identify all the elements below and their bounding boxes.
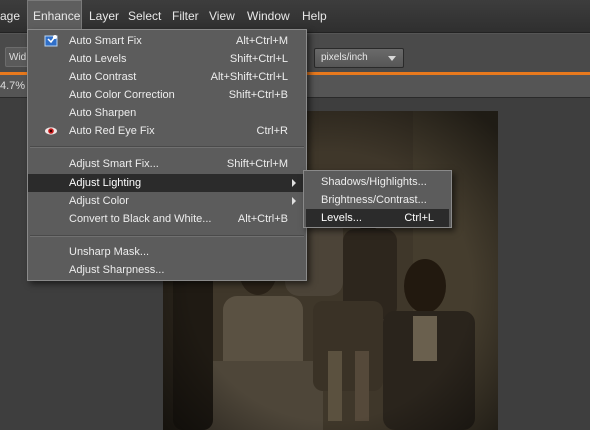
menu-item-label: Auto Contrast bbox=[69, 71, 137, 83]
menu-separator bbox=[30, 146, 304, 148]
menu-item-adjust-sharpness[interactable]: Adjust Sharpness... bbox=[28, 261, 306, 279]
menu-item-label: Levels... bbox=[321, 212, 362, 224]
menu-item-label: Convert to Black and White... bbox=[69, 213, 212, 225]
menu-separator bbox=[30, 235, 304, 237]
menu-layer[interactable]: Layer bbox=[84, 0, 124, 32]
menu-item-shortcut: Shift+Ctrl+M bbox=[226, 158, 288, 170]
menu-item-label: Shadows/Highlights... bbox=[321, 176, 427, 188]
menu-filter[interactable]: Filter bbox=[167, 0, 204, 32]
menu-window[interactable]: Window bbox=[242, 0, 295, 32]
menu-select[interactable]: Select bbox=[123, 0, 166, 32]
menu-item-label: Adjust Sharpness... bbox=[69, 264, 165, 276]
auto-smart-fix-icon bbox=[44, 35, 58, 47]
zoom-level: 4.7% bbox=[0, 80, 26, 92]
submenu-item-shadows-highlights[interactable]: Shadows/Highlights... bbox=[306, 173, 449, 191]
menu-item-shortcut: Alt+Ctrl+B bbox=[237, 213, 288, 225]
menu-item-auto-red-eye-fix[interactable]: Auto Red Eye Fix Ctrl+R bbox=[28, 122, 306, 140]
menu-item-label: Auto Smart Fix bbox=[69, 35, 142, 47]
submenu-item-brightness-contrast[interactable]: Brightness/Contrast... bbox=[306, 191, 449, 209]
menu-item-label: Adjust Color bbox=[69, 195, 129, 207]
menu-item-shortcut: Shift+Ctrl+L bbox=[229, 53, 288, 65]
menu-item-adjust-lighting[interactable]: Adjust Lighting bbox=[28, 174, 306, 192]
menu-item-adjust-smart-fix[interactable]: Adjust Smart Fix... Shift+Ctrl+M bbox=[28, 155, 306, 173]
menu-item-label: Auto Levels bbox=[69, 53, 127, 65]
menu-help[interactable]: Help bbox=[297, 0, 332, 32]
submenu-arrow-icon bbox=[292, 197, 296, 205]
menu-item-shortcut: Alt+Ctrl+M bbox=[236, 35, 288, 47]
menu-item-auto-contrast[interactable]: Auto Contrast Alt+Shift+Ctrl+L bbox=[28, 68, 306, 86]
chevron-down-icon bbox=[388, 56, 396, 61]
menu-item-label: Brightness/Contrast... bbox=[321, 194, 427, 206]
menu-image[interactable]: age bbox=[0, 0, 25, 32]
menu-item-shortcut: Alt+Shift+Ctrl+L bbox=[210, 71, 288, 83]
menu-item-convert-black-white[interactable]: Convert to Black and White... Alt+Ctrl+B bbox=[28, 210, 306, 228]
menu-item-shortcut: Ctrl+R bbox=[256, 125, 288, 137]
adjust-lighting-submenu: Shadows/Highlights... Brightness/Contras… bbox=[303, 170, 452, 228]
menu-item-shortcut: Shift+Ctrl+B bbox=[228, 89, 288, 101]
menu-item-adjust-color[interactable]: Adjust Color bbox=[28, 192, 306, 210]
menu-item-unsharp-mask[interactable]: Unsharp Mask... bbox=[28, 243, 306, 261]
menu-item-label: Unsharp Mask... bbox=[69, 246, 150, 258]
submenu-arrow-icon bbox=[292, 179, 296, 187]
menu-item-auto-levels[interactable]: Auto Levels Shift+Ctrl+L bbox=[28, 50, 306, 68]
enhance-menu: Auto Smart Fix Alt+Ctrl+M Auto Levels Sh… bbox=[27, 29, 307, 281]
menu-item-auto-smart-fix[interactable]: Auto Smart Fix Alt+Ctrl+M bbox=[28, 32, 306, 50]
menu-item-label: Adjust Lighting bbox=[69, 177, 142, 189]
menu-item-auto-color-correction[interactable]: Auto Color Correction Shift+Ctrl+B bbox=[28, 86, 306, 104]
menu-view[interactable]: View bbox=[204, 0, 240, 32]
red-eye-icon bbox=[45, 127, 57, 135]
menu-item-label: Adjust Smart Fix... bbox=[69, 158, 159, 170]
menu-item-shortcut: Ctrl+L bbox=[404, 212, 434, 224]
menu-item-label: Auto Red Eye Fix bbox=[69, 125, 155, 137]
submenu-item-levels[interactable]: Levels... Ctrl+L bbox=[306, 209, 449, 227]
menu-item-auto-sharpen[interactable]: Auto Sharpen bbox=[28, 104, 306, 122]
resolution-units-value: pixels/inch bbox=[321, 52, 368, 63]
menu-item-label: Auto Color Correction bbox=[69, 89, 175, 101]
menu-item-label: Auto Sharpen bbox=[69, 107, 137, 119]
resolution-units-select[interactable]: pixels/inch bbox=[314, 48, 404, 68]
